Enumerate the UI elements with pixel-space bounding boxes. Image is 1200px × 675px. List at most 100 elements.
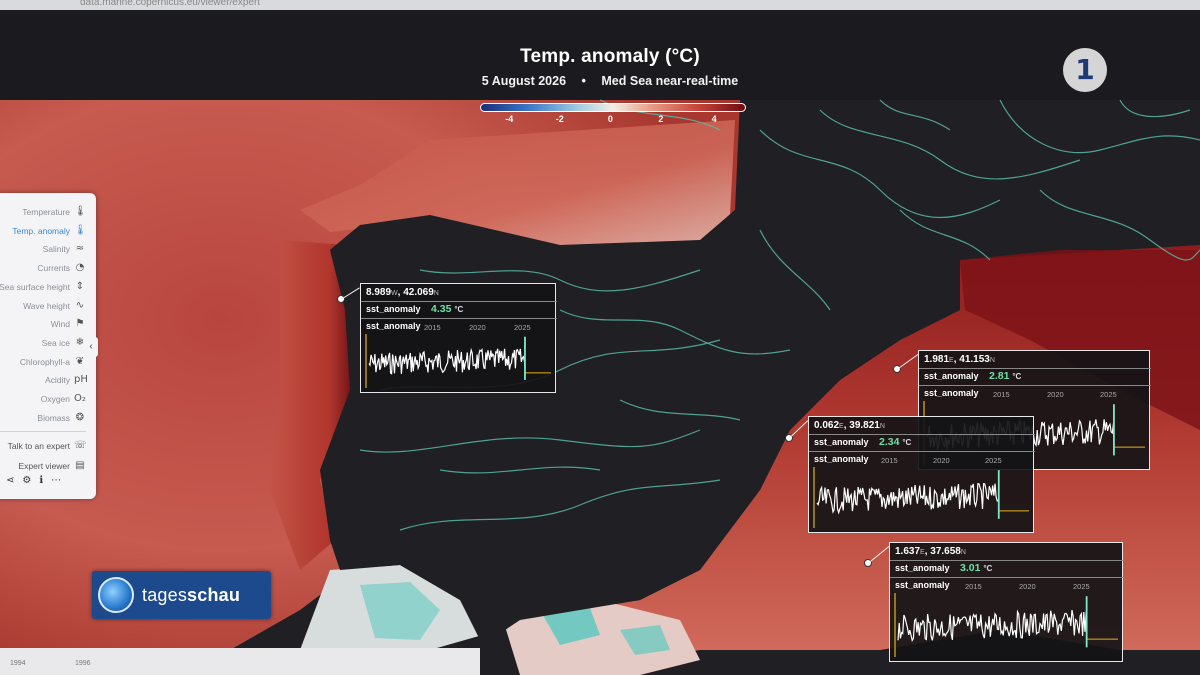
screen: data.marine.copernicus.eu/viewer/expert xyxy=(0,0,1200,675)
sidebar-divider xyxy=(0,431,86,432)
popup-variable-label: sst_anomaly xyxy=(895,563,950,573)
sidebar-item-label: Temp. anomaly xyxy=(12,225,70,236)
das-erste-logo: 1 xyxy=(1063,48,1107,92)
colorbar-tick: 0 xyxy=(607,114,613,124)
separator: • xyxy=(581,74,586,88)
popup-value: 4.35 °C xyxy=(431,303,463,315)
chart-year-label: 2015 xyxy=(965,582,982,591)
wave-height-icon: ∿ xyxy=(75,299,85,311)
chart-year-label: 2020 xyxy=(1019,582,1036,591)
point-popup[interactable]: 8.989W, 42.069N sst_anomaly 4.35 °C sst_ano… xyxy=(360,283,557,393)
sidebar-item-label: Temperature xyxy=(22,207,70,217)
anomaly-value: 2.34 xyxy=(879,436,900,448)
biomass-icon: ❂ xyxy=(75,411,85,423)
sidebar-item-label: Currents xyxy=(37,263,70,274)
anomaly-unit: °C xyxy=(983,564,993,573)
sea-surface-height-icon: ⇕ xyxy=(75,280,85,292)
share-icon[interactable]: ⋖ xyxy=(6,475,14,486)
lon-direction: W xyxy=(391,290,398,297)
info-icon[interactable]: ℹ xyxy=(39,475,43,486)
colorbar-tick: 2 xyxy=(658,114,664,124)
sidebar-item-wind[interactable]: Wind ⚑ xyxy=(0,315,90,333)
timeline-label: 1994 xyxy=(10,660,26,667)
chart-year-label: 2015 xyxy=(424,323,441,332)
sidebar-item-label: Acidity xyxy=(44,375,70,386)
lon-value: 8.989 xyxy=(366,287,392,298)
chart-variable-label: sst_anomaly xyxy=(895,580,950,590)
sidebar-link-talk-to-an-expert[interactable]: Talk to an expert ☏ xyxy=(0,437,90,455)
sidebar-item-sea-ice[interactable]: Sea ice ❄ xyxy=(0,334,90,352)
lat-value: 42.069 xyxy=(403,287,434,298)
map-subtitle: 5 August 2026 • Med Sea near-real-time xyxy=(440,74,780,88)
sidebar-tools: ⋖ ⚙ ℹ ⋯ xyxy=(6,475,76,491)
chart-year-label: 2025 xyxy=(1100,390,1117,399)
settings-icon[interactable]: ⚙ xyxy=(22,475,31,486)
popup-divider xyxy=(361,318,557,319)
wordmark-suffix: schau xyxy=(187,585,241,605)
timeline-bar[interactable]: 1994 1996 xyxy=(0,648,480,675)
lon-direction: E xyxy=(839,423,844,430)
sidebar-item-salinity[interactable]: Salinity ≈ xyxy=(0,240,90,258)
anomaly-series-line xyxy=(368,347,526,375)
anomaly-series-line xyxy=(897,609,1087,642)
chat-icon: ☏ xyxy=(74,440,87,451)
chart-year-label: 2025 xyxy=(985,456,1002,465)
anomaly-timeseries-chart xyxy=(894,593,1118,657)
popup-coordinates: 0.062E, 39.821N xyxy=(814,420,885,431)
sidebar-item-temperature[interactable]: Temperature 🌡 xyxy=(0,203,90,221)
popup-variable-label: sst_anomaly xyxy=(366,304,421,314)
salinity-icon: ≈ xyxy=(75,243,85,255)
lat-value: 37.658 xyxy=(930,546,961,557)
sidebar-item-sea-surface-height[interactable]: Sea surface height ⇕ xyxy=(0,278,90,296)
sidebar-item-wave-height[interactable]: Wave height ∿ xyxy=(0,297,90,315)
popup-variable-label: sst_anomaly xyxy=(924,371,979,381)
oxygen-icon: O₂ xyxy=(74,393,86,404)
sidebar-item-chlorophyll-a[interactable]: Chlorophyll-a ❦ xyxy=(0,353,90,371)
popup-divider xyxy=(890,577,1124,578)
anomaly-unit: °C xyxy=(902,438,912,447)
wind-icon: ⚑ xyxy=(75,318,85,330)
acidity-icon: pH xyxy=(74,374,88,386)
anomaly-series-line xyxy=(816,482,999,515)
sidebar-item-temp-anomaly[interactable]: Temp. anomaly 🌡 xyxy=(0,222,90,240)
anomaly-unit: °C xyxy=(454,305,464,314)
chlorophyll-icon: ❦ xyxy=(75,355,85,367)
thermometer-icon: 🌡 xyxy=(74,206,87,217)
anomaly-value: 2.81 xyxy=(989,370,1010,382)
sidebar-item-oxygen[interactable]: Oxygen O₂ xyxy=(0,390,90,408)
chart-year-label: 2025 xyxy=(1073,582,1090,591)
variable-sidebar: Temperature 🌡 Temp. anomaly 🌡 Salinity ≈ Curre… xyxy=(0,193,96,499)
more-icon[interactable]: ⋯ xyxy=(51,475,61,486)
sidebar-link-expert-viewer[interactable]: Expert viewer ▤ xyxy=(0,457,90,475)
map-date: 5 August 2026 xyxy=(481,74,567,88)
popup-coordinates: 1.637E, 37.658N xyxy=(895,546,966,557)
popup-divider xyxy=(361,301,557,302)
lon-direction: E xyxy=(949,357,954,364)
sidebar-item-label: Biomass xyxy=(37,412,70,423)
popup-divider xyxy=(919,368,1151,369)
url-text: data.marine.copernicus.eu/viewer/expert xyxy=(80,0,261,8)
popup-divider xyxy=(890,560,1124,561)
browser-url-bar[interactable]: data.marine.copernicus.eu/viewer/expert xyxy=(0,0,1200,10)
point-popup[interactable]: 0.062E, 39.821N sst_anomaly 2.34 °C sst_ano… xyxy=(808,416,1035,533)
anomaly-unit: °C xyxy=(1012,372,1022,381)
sidebar-item-currents[interactable]: Currents ◔ xyxy=(0,259,90,277)
collapse-sidebar-button[interactable]: ‹ xyxy=(84,337,98,357)
anomaly-timeseries-chart xyxy=(813,467,1029,528)
point-popup[interactable]: 1.637E, 37.658N sst_anomaly 3.01 °C sst_ano… xyxy=(889,542,1124,662)
lon-value: 1.981 xyxy=(924,354,950,365)
popup-divider xyxy=(809,434,1035,435)
lat-direction: N xyxy=(960,549,966,556)
chart-variable-label: sst_anomaly xyxy=(814,454,869,464)
chart-year-label: 2015 xyxy=(993,390,1010,399)
sidebar-item-biomass[interactable]: Biomass ❂ xyxy=(0,409,90,427)
chart-year-label: 2025 xyxy=(514,323,531,332)
colorbar-tick: -4 xyxy=(505,114,514,124)
sidebar-item-label: Wave height xyxy=(23,300,70,311)
dataset-name: Med Sea near-real-time xyxy=(601,74,739,88)
chart-year-label: 2015 xyxy=(881,456,898,465)
sidebar-link-label: Talk to an expert xyxy=(7,441,70,451)
lat-direction: N xyxy=(879,423,885,430)
sidebar-item-acidity[interactable]: Acidity pH xyxy=(0,371,90,389)
popup-coordinates: 8.989W, 42.069N xyxy=(366,287,439,298)
